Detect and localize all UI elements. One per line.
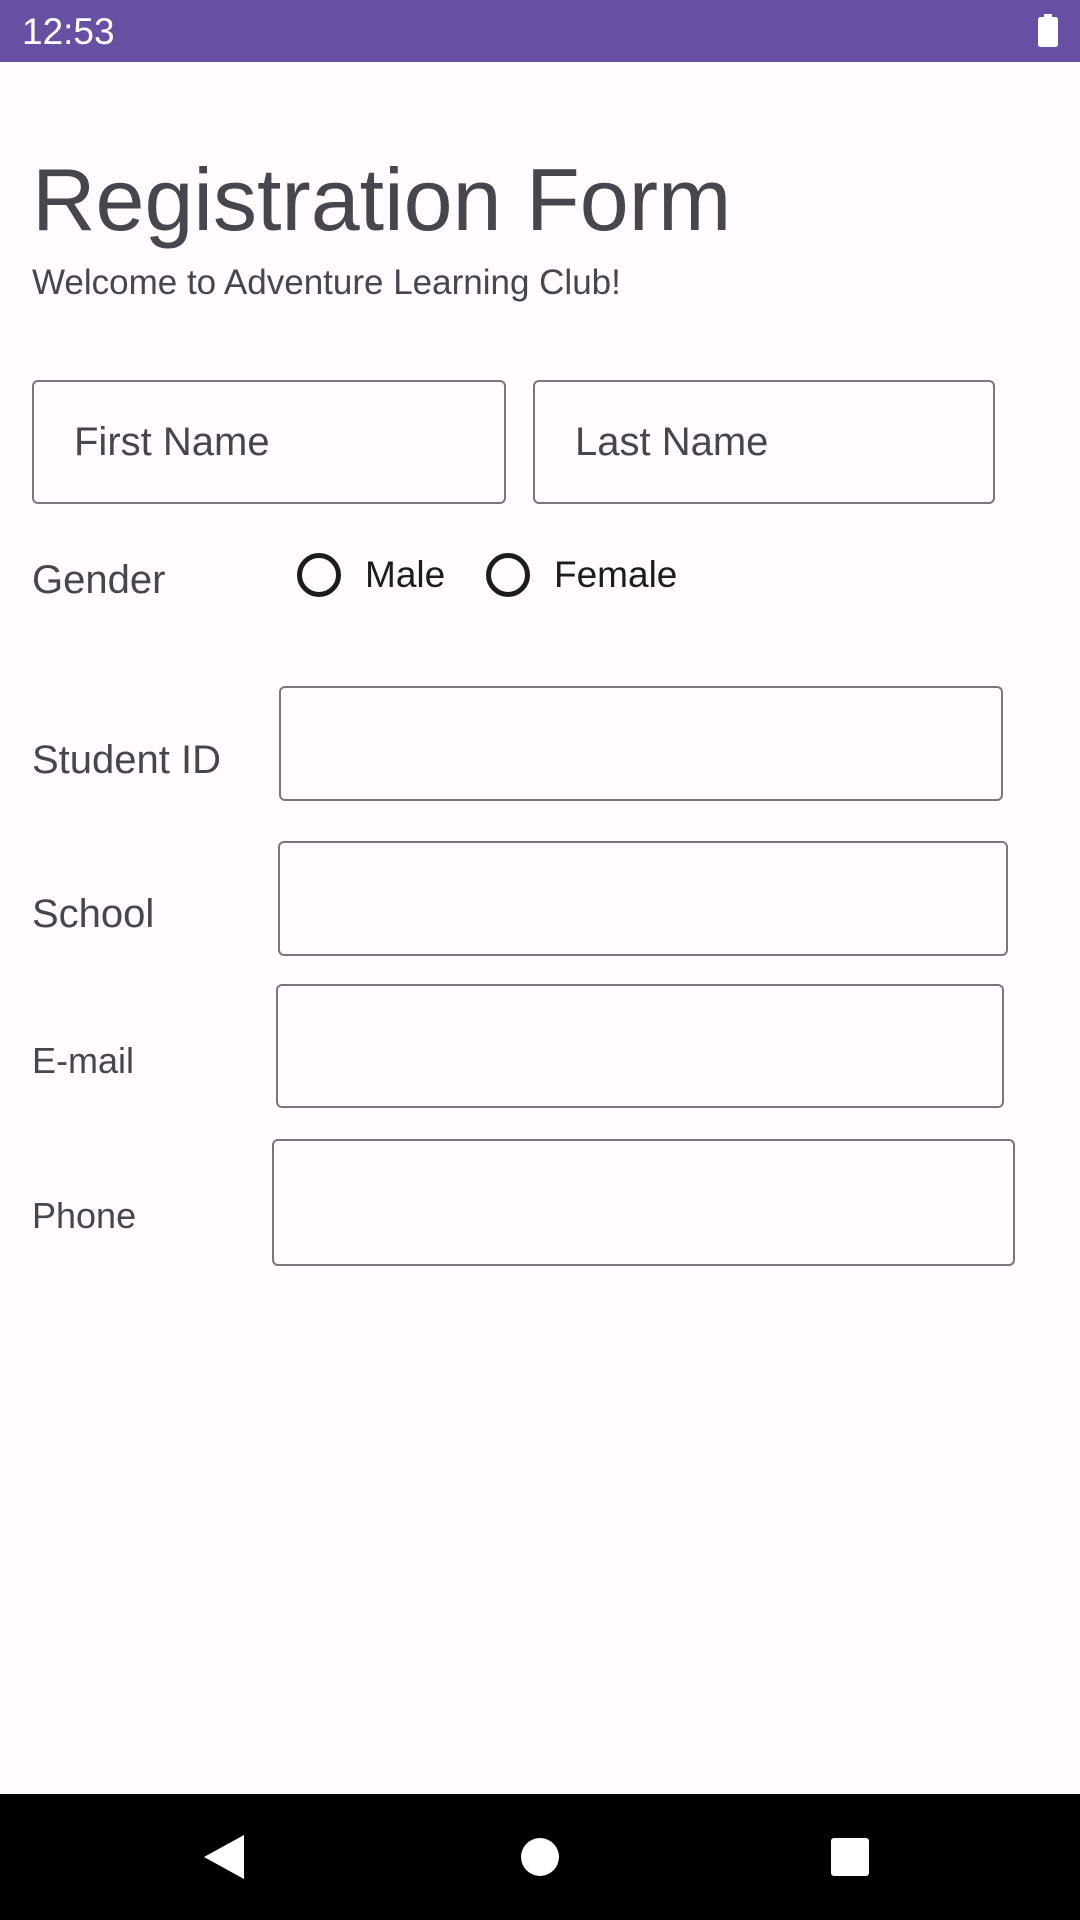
email-input[interactable]: [278, 986, 1002, 1106]
gender-radio-male[interactable]: Male: [297, 553, 445, 597]
student-id-field[interactable]: [279, 686, 1003, 801]
phone-field[interactable]: [272, 1139, 1015, 1266]
gender-label: Gender: [32, 558, 166, 602]
first-name-field[interactable]: [32, 380, 506, 504]
back-button[interactable]: [164, 1794, 284, 1920]
email-field[interactable]: [276, 984, 1004, 1108]
first-name-input[interactable]: [34, 382, 504, 502]
school-input[interactable]: [280, 843, 1006, 954]
status-bar: 12:53: [0, 0, 1080, 62]
home-circle-icon: [521, 1838, 559, 1876]
gender-radio-female[interactable]: Female: [486, 553, 677, 597]
battery-full-icon: [1038, 14, 1058, 47]
page-subtitle: Welcome to Adventure Learning Club!: [32, 263, 621, 302]
home-button[interactable]: [480, 1794, 600, 1920]
gender-option-label: Female: [554, 554, 678, 595]
status-time: 12:53: [22, 11, 115, 52]
email-label: E-mail: [32, 1040, 135, 1081]
recents-button[interactable]: [790, 1794, 910, 1920]
page-title: Registration Form: [32, 150, 732, 249]
radio-button-icon[interactable]: [297, 553, 341, 597]
gender-option-label: Male: [365, 554, 446, 595]
radio-button-icon[interactable]: [486, 553, 530, 597]
phone-input[interactable]: [274, 1141, 1013, 1264]
recents-square-icon: [831, 1838, 869, 1876]
last-name-field[interactable]: [533, 380, 995, 504]
school-label: School: [32, 892, 155, 936]
student-id-input[interactable]: [281, 688, 1001, 799]
phone-label: Phone: [32, 1195, 137, 1236]
school-field[interactable]: [278, 841, 1008, 956]
last-name-input[interactable]: [535, 382, 993, 502]
student-id-label: Student ID: [32, 738, 222, 782]
navigation-bar: [0, 1794, 1080, 1920]
back-triangle-icon: [204, 1835, 244, 1879]
